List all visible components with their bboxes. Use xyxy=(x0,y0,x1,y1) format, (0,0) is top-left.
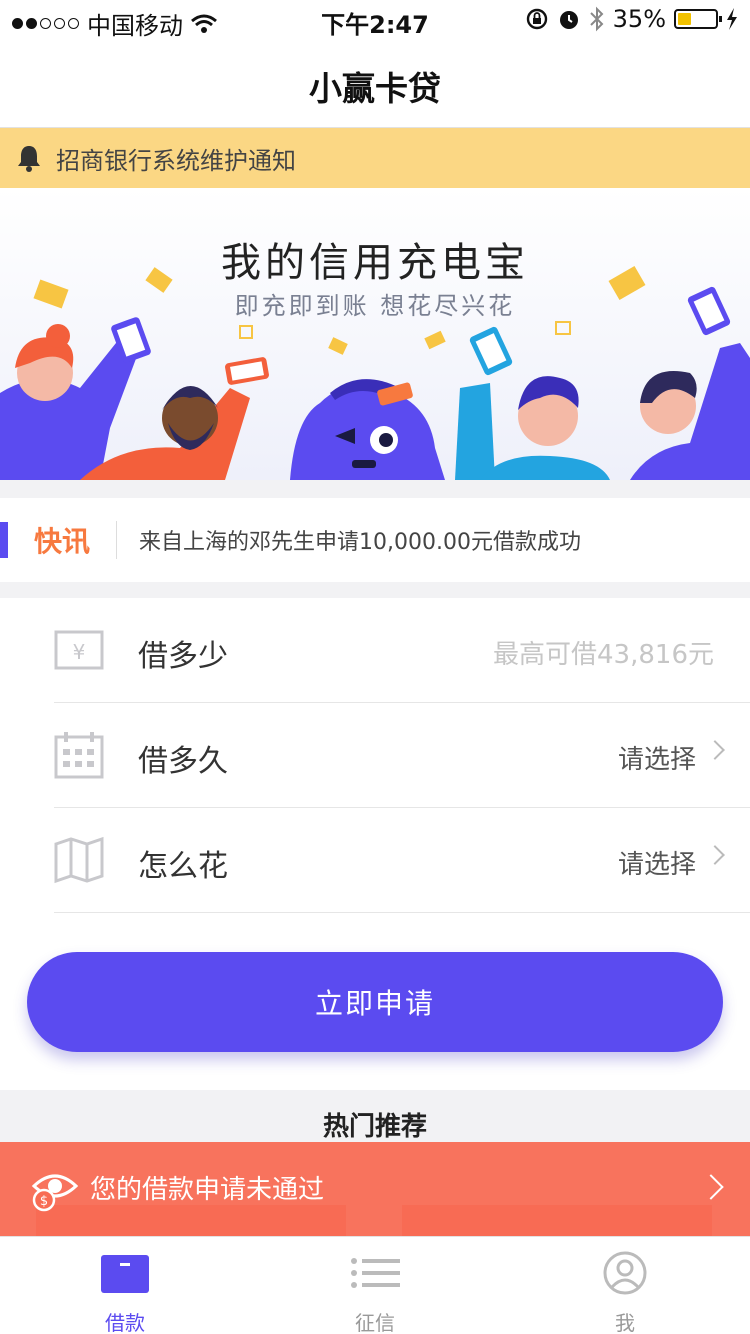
chevron-right-icon xyxy=(698,1174,724,1200)
amount-value: 最高可借43,816元 xyxy=(493,640,714,670)
banner-headline: 我的信用充电宝 xyxy=(221,240,529,286)
tab-credit-label: 征信 xyxy=(355,1311,395,1334)
battery-percent: 35% xyxy=(612,5,666,33)
bluetooth-icon xyxy=(589,6,604,32)
duration-value: 请选择 xyxy=(617,745,696,775)
flash-divider xyxy=(116,521,118,559)
duration-row[interactable]: 借多久 请选择 xyxy=(54,703,750,808)
usage-row[interactable]: 怎么花 请选择 xyxy=(54,808,750,913)
promo-banner[interactable]: 我的信用充电宝 即充即到账 想花尽兴花 xyxy=(0,188,750,480)
svg-text:$: $ xyxy=(40,1194,48,1209)
status-bar: 中国移动 下午2:47 35% xyxy=(0,0,750,40)
bell-icon xyxy=(18,146,40,172)
banner-subtitle: 即充即到账 想花尽兴花 xyxy=(234,292,516,320)
amount-row[interactable]: ¥ 借多少 最高可借43,816元 xyxy=(54,598,750,703)
apply-now-button[interactable]: 立即申请 xyxy=(27,952,723,1052)
flash-message: 来自上海的邓先生申请10,000.00元借款成功 xyxy=(139,530,581,555)
hot-section-title: 热门推荐 xyxy=(322,1112,427,1142)
user-icon xyxy=(603,1251,647,1295)
rejection-banner[interactable]: $ 您的借款申请未通过 xyxy=(0,1142,750,1236)
notice-text: 招商银行系统维护通知 xyxy=(56,146,296,175)
tab-loan-label: 借款 xyxy=(105,1311,145,1334)
chevron-right-icon xyxy=(705,845,725,865)
amount-label: 借多少 xyxy=(138,639,228,674)
flash-tag: 快讯 xyxy=(34,525,91,558)
charging-icon xyxy=(727,8,737,30)
flash-accent-bar xyxy=(0,522,8,558)
maintenance-notice[interactable]: 招商银行系统维护通知 xyxy=(0,128,750,188)
list-icon xyxy=(351,1258,400,1288)
tab-me[interactable]: 我 xyxy=(500,1237,750,1334)
rejection-text: 您的借款申请未通过 xyxy=(90,1175,325,1205)
page-title: 小赢卡贷 xyxy=(309,69,441,108)
tab-loan[interactable]: 借款 xyxy=(0,1237,250,1334)
battery-icon xyxy=(674,9,722,29)
nav-bar: 小赢卡贷 xyxy=(0,40,750,128)
svg-text:¥: ¥ xyxy=(73,640,86,664)
usage-value: 请选择 xyxy=(617,850,696,880)
calendar-icon xyxy=(54,732,104,779)
map-icon xyxy=(54,836,104,884)
tab-bar: 借款 征信 我 xyxy=(0,1236,750,1334)
wallet-icon xyxy=(101,1255,149,1293)
alarm-icon xyxy=(559,11,578,29)
duration-label: 借多久 xyxy=(138,744,228,779)
tab-credit[interactable]: 征信 xyxy=(250,1237,500,1334)
flash-news: 快讯 来自上海的邓先生申请10,000.00元借款成功 xyxy=(0,498,750,582)
chevron-right-icon xyxy=(705,740,725,760)
eye-coin-icon: $ xyxy=(31,1174,79,1212)
rotation-lock-icon xyxy=(526,8,547,30)
tab-me-label: 我 xyxy=(615,1311,635,1334)
usage-label: 怎么花 xyxy=(138,849,228,884)
yen-icon: ¥ xyxy=(54,630,104,670)
